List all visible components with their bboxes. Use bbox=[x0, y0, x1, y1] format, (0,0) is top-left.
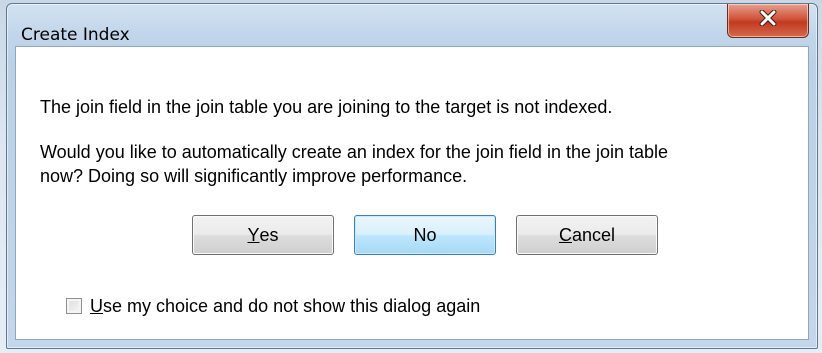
yes-button-mnemonic: Y bbox=[247, 224, 260, 245]
cancel-button[interactable]: Cancel bbox=[516, 215, 658, 255]
no-button[interactable]: No bbox=[354, 215, 496, 255]
message-not-indexed: The join field in the join table you are… bbox=[40, 97, 613, 117]
yes-button-label: es bbox=[259, 224, 279, 245]
dialog-body: The join field in the join table you are… bbox=[15, 46, 809, 340]
message-create-index-question: Would you like to automatically create a… bbox=[40, 142, 669, 186]
dont-show-again-checkbox[interactable] bbox=[66, 298, 82, 314]
yes-button[interactable]: Yes bbox=[192, 215, 334, 255]
title-bar[interactable]: Create Index bbox=[7, 4, 817, 45]
window-title: Create Index bbox=[21, 25, 130, 45]
close-button[interactable] bbox=[727, 4, 809, 38]
dont-show-again-text: se my choice and do not show this dialog… bbox=[103, 295, 481, 316]
cancel-button-label: ancel bbox=[571, 224, 616, 245]
close-icon bbox=[758, 9, 778, 31]
dont-show-again-option[interactable]: Use my choice and do not show this dialo… bbox=[66, 295, 480, 317]
no-button-label: No bbox=[413, 224, 437, 245]
dont-show-again-mnemonic: U bbox=[90, 295, 103, 316]
cancel-button-mnemonic: C bbox=[558, 224, 572, 245]
dont-show-again-label: Use my choice and do not show this dialo… bbox=[90, 296, 480, 317]
create-index-dialog: Create Index The join field in the join … bbox=[6, 3, 818, 349]
